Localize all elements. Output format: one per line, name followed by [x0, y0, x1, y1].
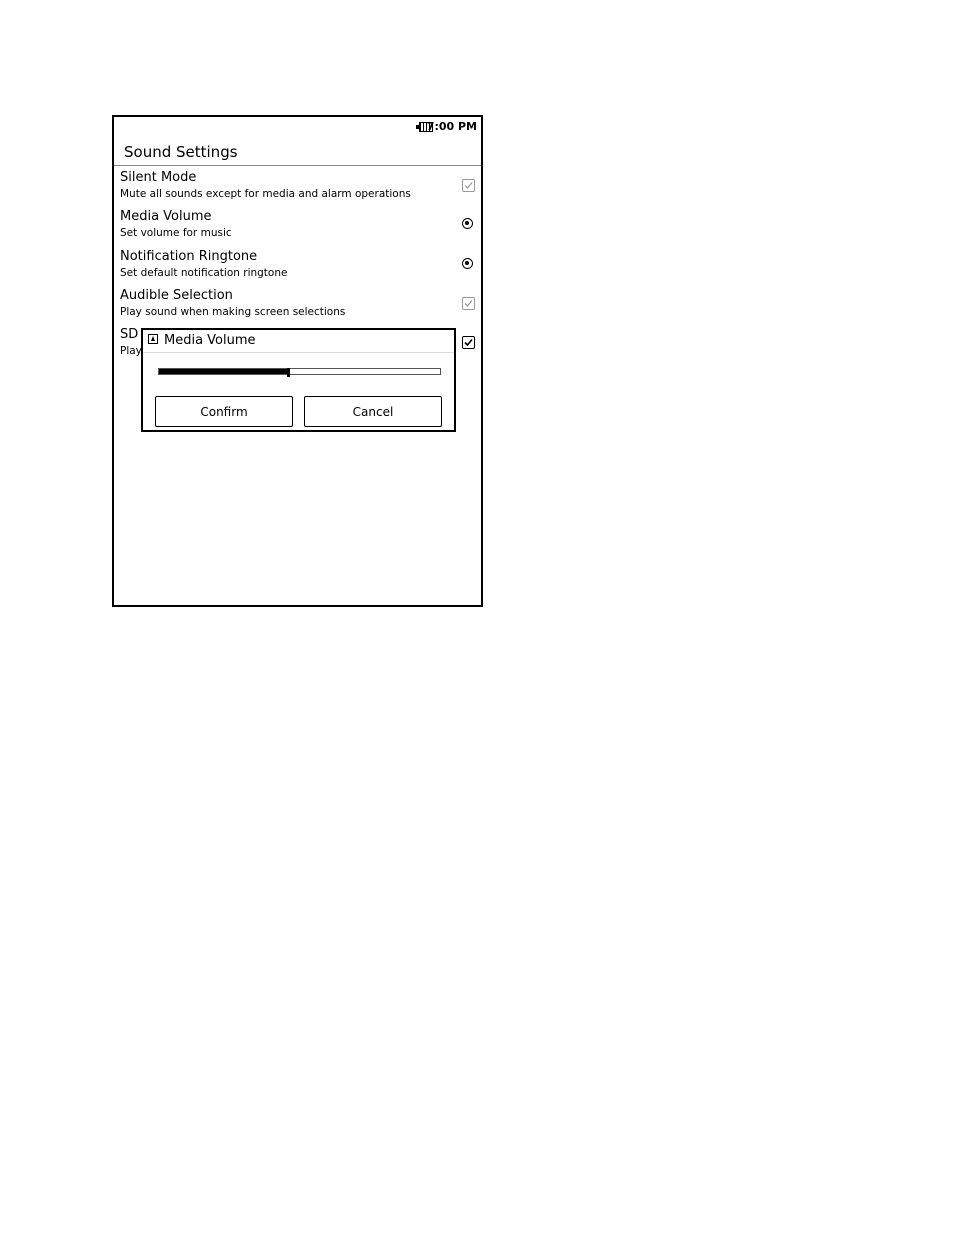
- setting-label: Notification Ringtone: [120, 249, 258, 264]
- cancel-button[interactable]: Cancel: [304, 396, 442, 427]
- notification-ringtone-radio[interactable]: [462, 258, 475, 271]
- setting-description: Play: [120, 345, 142, 357]
- checkbox-check-icon: [462, 297, 475, 310]
- dialog-header: Media Volume: [143, 330, 454, 353]
- volume-slider-handle[interactable]: [287, 368, 291, 377]
- dialog-title: Media Volume: [164, 333, 256, 348]
- volume-up-icon: [148, 334, 158, 344]
- title-divider: [114, 165, 481, 166]
- confirm-button[interactable]: Confirm: [155, 396, 293, 427]
- setting-label: Media Volume: [120, 209, 212, 224]
- checkbox-check-icon: [462, 336, 475, 349]
- setting-description: Mute all sounds except for media and ala…: [120, 188, 411, 200]
- setting-label: Silent Mode: [120, 170, 197, 185]
- setting-description: Set default notification ringtone: [120, 267, 288, 279]
- setting-notification-ringtone[interactable]: Notification Ringtone Set default notifi…: [120, 249, 481, 285]
- setting-description: Set volume for music: [120, 227, 232, 239]
- setting-media-volume[interactable]: Media Volume Set volume for music: [120, 209, 481, 245]
- setting-silent-mode[interactable]: Silent Mode Mute all sounds except for m…: [120, 170, 481, 206]
- status-bar: 7:00 PM: [114, 117, 481, 139]
- device-screen: 7:00 PM Sound Settings Silent Mode Mute …: [112, 115, 483, 607]
- setting-description: Play sound when making screen selections: [120, 306, 346, 318]
- media-volume-radio[interactable]: [462, 218, 475, 231]
- setting-label: SD: [120, 327, 139, 342]
- page-title: Sound Settings: [124, 143, 238, 161]
- silent-mode-checkbox[interactable]: [462, 179, 475, 192]
- setting-audible-selection[interactable]: Audible Selection Play sound when making…: [120, 288, 481, 324]
- media-volume-dialog: Media Volume Confirm Cancel: [141, 328, 456, 432]
- volume-slider[interactable]: [158, 368, 441, 377]
- checkbox-check-icon: [462, 179, 475, 192]
- radio-dot-icon: [462, 218, 473, 229]
- radio-dot-icon: [462, 258, 473, 269]
- audible-selection-checkbox[interactable]: [462, 297, 475, 310]
- status-time: 7:00 PM: [426, 120, 477, 133]
- volume-slider-fill: [159, 369, 289, 374]
- sd-checkbox[interactable]: [462, 336, 475, 349]
- setting-label: Audible Selection: [120, 288, 233, 303]
